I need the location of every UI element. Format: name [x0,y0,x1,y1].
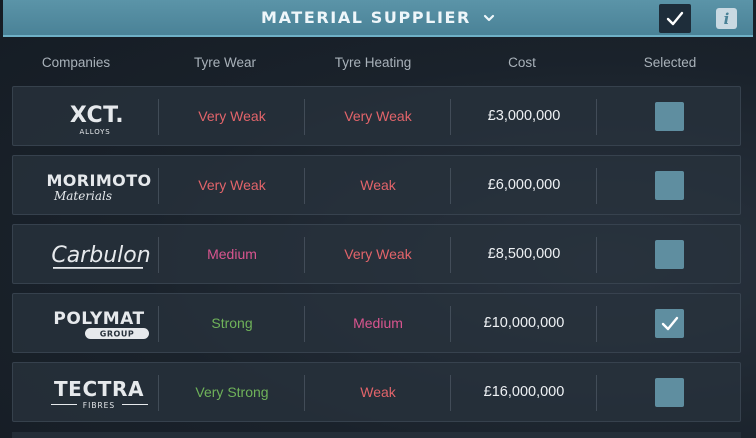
select-checkbox[interactable] [655,378,684,407]
logo-main: TECTRA [54,377,144,401]
logo-sub: Materials [53,189,112,203]
column-divider [596,168,597,204]
logo-main: Carbulon [51,243,150,268]
next-row-partial [12,432,741,438]
supplier-row-morimoto-materials[interactable]: MORIMOTO Materials Very Weak Weak £6,000… [12,155,741,215]
supplier-row-xct-alloys[interactable]: XCT. ALLOYS Very Weak Very Weak £3,000,0… [12,86,741,146]
cost-value: £3,000,000 [487,108,561,124]
column-divider [596,237,597,273]
tyre-wear-value: Very Weak [198,108,266,124]
logo-sub: ALLOYS [80,128,111,136]
polymat-group-logo: POLYMAT GROUP [53,309,149,339]
column-header-selected: Selected [643,55,697,70]
logo-main: XCT. [70,103,124,128]
select-checkbox[interactable] [655,171,684,200]
column-divider [304,306,305,342]
tyre-wear-value: Very Strong [195,384,269,400]
cost-value: £10,000,000 [483,315,565,331]
tyre-wear-value: Medium [207,246,257,262]
column-divider [158,99,159,135]
column-divider [596,375,597,411]
supplier-row-carbulon[interactable]: Carbulon Medium Very Weak £8,500,000 [12,224,741,284]
column-divider [158,306,159,342]
tyre-heating-value: Weak [360,177,396,193]
column-divider [304,99,305,135]
column-header-companies: Companies [41,55,111,70]
cost-value: £6,000,000 [487,177,561,193]
tyre-heating-value: Very Weak [344,108,412,124]
column-divider [158,168,159,204]
tyre-heating-value: Medium [353,315,403,331]
select-checkbox[interactable] [655,102,684,131]
cost-value: £8,500,000 [487,246,561,262]
xct-alloys-logo: XCT. ALLOYS [70,103,124,136]
column-header-tyre-heating: Tyre Heating [334,55,412,70]
column-divider [450,237,451,273]
tyre-wear-value: Strong [211,315,253,331]
select-checkbox[interactable] [655,309,684,338]
confirm-button[interactable] [659,4,691,33]
column-divider [450,306,451,342]
tectra-fibres-logo: TECTRA FIBRES [51,377,148,410]
logo-sub: GROUP [100,330,134,339]
logo-main: POLYMAT [53,309,144,329]
logo-sub: FIBRES [83,401,115,410]
chevron-down-icon [483,14,495,21]
column-divider [304,168,305,204]
column-header-cost: Cost [508,55,536,70]
supplier-row-tectra-fibres[interactable]: TECTRA FIBRES Very Strong Weak £16,000,0… [12,362,741,422]
checkmark-icon [666,11,684,25]
column-divider [450,375,451,411]
column-divider [304,375,305,411]
info-icon: i [723,9,730,28]
column-divider [450,99,451,135]
column-divider [596,306,597,342]
logo-main: MORIMOTO [46,171,151,190]
tyre-heating-value: Weak [360,384,396,400]
column-divider [158,375,159,411]
header-bar: MATERIAL SUPPLIER i [3,0,753,37]
column-divider [304,237,305,273]
tyre-wear-value: Very Weak [198,177,266,193]
checkmark-icon [661,316,678,330]
column-divider [450,168,451,204]
page-title: MATERIAL SUPPLIER [261,8,471,27]
column-divider [158,237,159,273]
supplier-dropdown[interactable]: MATERIAL SUPPLIER [261,8,495,27]
tyre-heating-value: Very Weak [344,246,412,262]
column-header-tyre-wear: Tyre Wear [193,55,257,70]
cost-value: £16,000,000 [483,384,565,400]
supplier-row-polymat-group[interactable]: POLYMAT GROUP Strong Medium £10,000,000 [12,293,741,353]
carbulon-logo: Carbulon [51,243,151,269]
morimoto-materials-logo: MORIMOTO Materials [46,171,151,203]
column-divider [596,99,597,135]
info-button[interactable]: i [716,8,737,29]
select-checkbox[interactable] [655,240,684,269]
